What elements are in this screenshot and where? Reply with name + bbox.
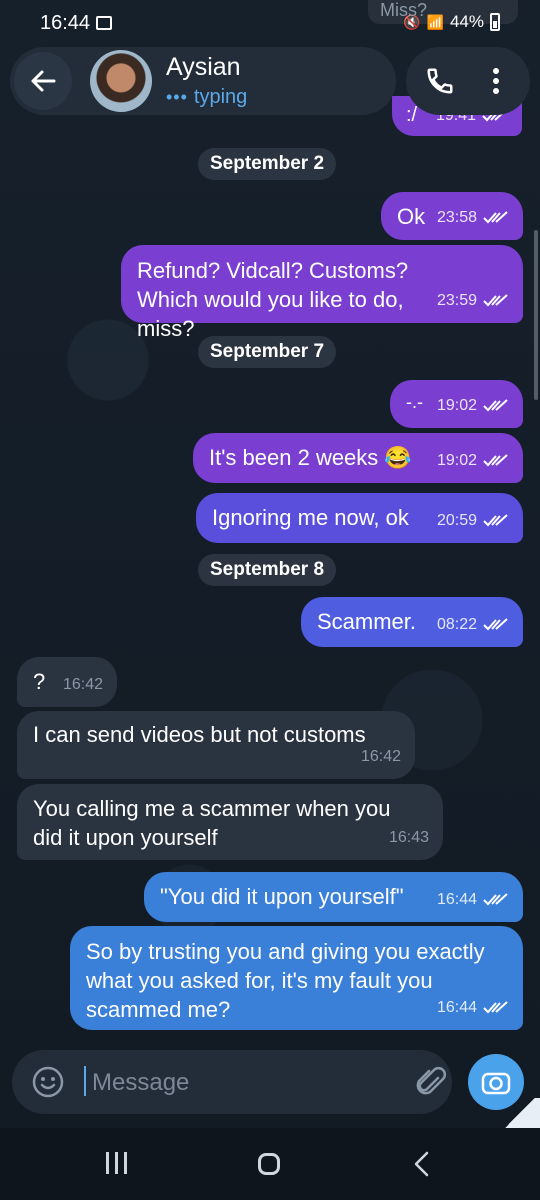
smiley-icon: [32, 1066, 64, 1098]
message-bubble[interactable]: Ok 23:58: [381, 192, 523, 240]
message-meta: 16:43: [389, 823, 429, 852]
message-bubble[interactable]: Scammer. 08:22: [301, 597, 523, 647]
message-bubble[interactable]: Refund? Vidcall? Customs? Which would yo…: [121, 245, 523, 341]
back-button[interactable]: [14, 52, 72, 110]
message-meta: 16:42: [63, 670, 103, 699]
message-input[interactable]: [90, 1064, 394, 1102]
back-arrow-icon: [31, 70, 56, 92]
date-separator: September 2: [198, 148, 337, 180]
message-time: 19:02: [436, 397, 477, 414]
message-meta: 19:02: [437, 446, 509, 475]
typing-dots-icon: •••: [166, 87, 188, 107]
more-options-button[interactable]: [474, 55, 518, 107]
message-time: 20:59: [436, 512, 477, 529]
read-ticks-icon: [483, 892, 508, 905]
message-meta: 23:59: [437, 286, 509, 315]
message-meta: 16:44: [437, 885, 509, 914]
typing-status: typing: [193, 86, 248, 108]
message-meta: 16:42: [361, 742, 401, 771]
camera-icon: [481, 1072, 511, 1095]
contact-name[interactable]: Aysian: [166, 53, 241, 82]
call-button[interactable]: [414, 55, 466, 107]
date-separator: September 7: [198, 336, 337, 368]
message-bubble[interactable]: Ignoring me now, ok 20:59: [196, 493, 523, 543]
message-time: 23:58: [436, 209, 477, 226]
message-bubble[interactable]: It's been 2 weeks 😂 19:02: [193, 433, 523, 483]
message-time: 08:22: [436, 616, 477, 633]
message-meta: 16:44: [437, 993, 509, 1022]
gallery-notification-icon: [96, 16, 112, 30]
message-time: 16:44: [436, 999, 477, 1016]
text-cursor: [84, 1066, 86, 1096]
message-meta: 20:59: [437, 506, 509, 535]
emoji-button[interactable]: [28, 1062, 68, 1102]
message-bubble[interactable]: I can send videos but not customs 16:42: [17, 711, 415, 779]
message-bubble[interactable]: You calling me a scammer when you did it…: [17, 784, 443, 860]
message-time: 16:44: [436, 891, 477, 908]
message-text: It's been 2 weeks 😂: [209, 445, 412, 470]
read-ticks-icon: [483, 293, 508, 306]
message-time: 16:43: [388, 829, 429, 846]
message-time: 16:42: [360, 748, 401, 765]
message-meta: 08:22: [437, 610, 509, 639]
paperclip-icon: [416, 1066, 446, 1095]
scrollbar[interactable]: [534, 230, 538, 400]
recents-button[interactable]: [106, 1152, 132, 1176]
status-time: 16:44: [40, 12, 91, 34]
message-meta: 19:02: [437, 391, 509, 420]
home-button[interactable]: [258, 1153, 280, 1175]
read-ticks-icon: [483, 513, 508, 526]
message-time: 16:42: [62, 676, 103, 693]
message-text: Scammer.: [317, 609, 417, 634]
message-text: "You did it upon yourself": [160, 884, 404, 909]
message-bubble[interactable]: -.- 19:02: [390, 380, 523, 428]
message-text: You calling me a scammer when you did it…: [33, 796, 391, 850]
kebab-menu-icon: [493, 68, 499, 94]
read-ticks-icon: [483, 617, 508, 630]
message-text: Ignoring me now, ok: [212, 505, 409, 530]
partial-message-bubble: Miss?: [368, 0, 518, 24]
attach-button[interactable]: [410, 1060, 452, 1104]
avatar[interactable]: [90, 50, 152, 112]
message-time: 23:59: [436, 292, 477, 309]
message-bubble[interactable]: So by trusting you and giving you exactl…: [70, 926, 523, 1030]
message-text: Ok: [397, 204, 426, 229]
message-text: -.-: [406, 392, 423, 412]
read-ticks-icon: [483, 210, 508, 223]
message-bubble[interactable]: ? 16:42: [17, 657, 117, 707]
phone-icon: [427, 68, 453, 94]
message-text: ?: [33, 669, 46, 694]
read-ticks-icon: [483, 453, 508, 466]
message-bubble[interactable]: "You did it upon yourself" 16:44: [144, 872, 523, 922]
side-panel-handle[interactable]: [500, 1098, 540, 1128]
read-ticks-icon: [483, 1000, 508, 1013]
message-text: I can send videos but not customs: [33, 722, 366, 747]
message-time: 19:02: [436, 452, 477, 469]
nav-back-icon[interactable]: [412, 1151, 432, 1177]
message-meta: 23:58: [437, 203, 509, 232]
date-separator: September 8: [198, 554, 337, 586]
partial-message-text: Miss?: [380, 0, 428, 20]
read-ticks-icon: [483, 398, 508, 411]
typing-indicator: ••• typing: [166, 86, 247, 109]
message-text: Refund? Vidcall? Customs? Which would yo…: [137, 258, 409, 341]
